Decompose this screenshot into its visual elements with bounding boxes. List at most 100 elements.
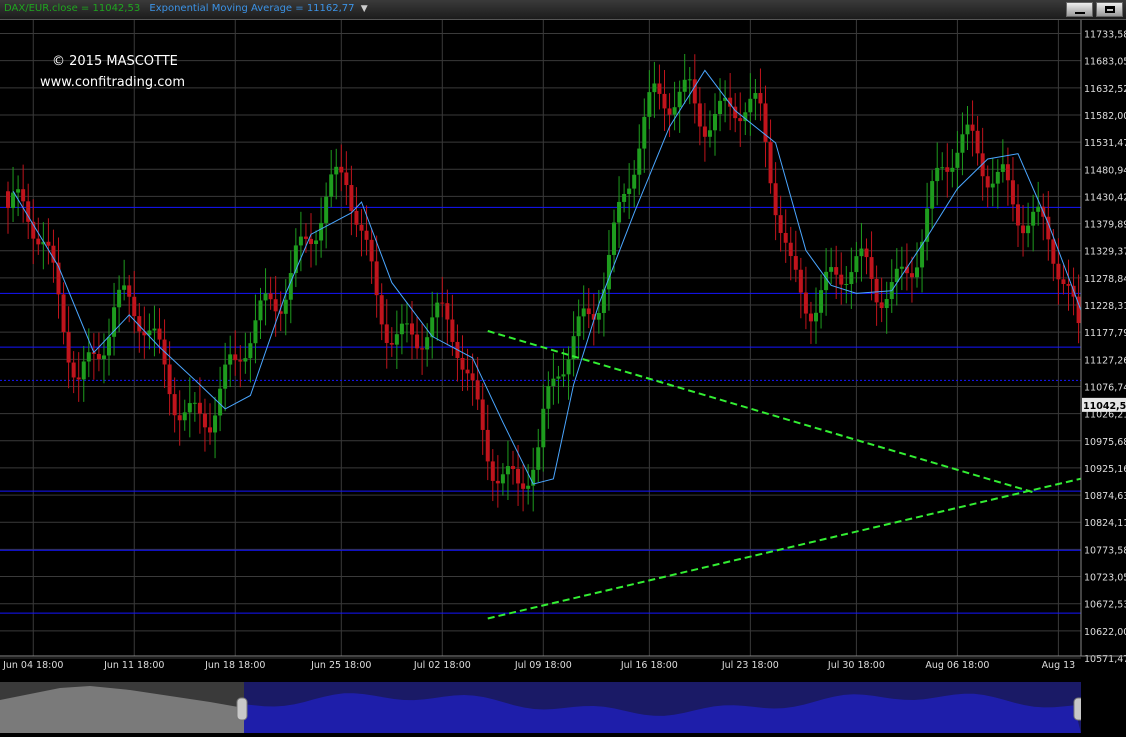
candle-body	[798, 269, 803, 293]
candle-body	[334, 166, 339, 175]
close-price-label: DAX/EUR.close = 11042,53	[4, 3, 141, 14]
price-tick-label: 11127,26	[1084, 355, 1126, 366]
candle-body	[258, 300, 263, 321]
candle-body	[642, 116, 647, 149]
candle-body	[425, 337, 430, 350]
price-chart[interactable]: 11733,58 11683,05 11632,52 11582,00 11531,47…	[0, 20, 1126, 682]
candle-body	[511, 466, 515, 469]
time-tick-label: Jul 16 18:00	[620, 660, 678, 671]
candle-body	[829, 267, 834, 272]
candle-body	[1056, 263, 1061, 280]
candle-body	[1031, 211, 1036, 226]
candle-body	[990, 183, 995, 188]
candle-body	[768, 141, 773, 184]
price-axis[interactable]: 11733,58 11683,05 11632,52 11582,00 11531,47…	[1080, 20, 1126, 682]
candle-body	[11, 192, 16, 208]
candle-body	[6, 191, 10, 208]
candle-body	[945, 167, 950, 172]
trendline[interactable]	[487, 473, 1100, 620]
candle-body	[718, 100, 723, 114]
price-tick-label: 11329,37	[1084, 247, 1126, 258]
price-tick-label: 11582,00	[1084, 111, 1126, 122]
candle-body	[551, 378, 556, 387]
candle-body	[182, 412, 187, 421]
maximize-button[interactable]	[1096, 2, 1123, 17]
candle-body	[480, 399, 485, 430]
range-navigator[interactable]	[0, 682, 1085, 733]
time-tick-label: Jul 23 18:00	[721, 660, 779, 671]
candle-body	[415, 334, 420, 349]
candle-body	[783, 232, 788, 243]
candle-body	[243, 358, 248, 362]
candle-body	[96, 353, 101, 359]
candle-body	[268, 293, 273, 300]
candle-body	[960, 134, 965, 153]
candle-body	[834, 267, 839, 275]
candle-body	[21, 189, 26, 202]
candle-body	[909, 273, 914, 278]
candle-body	[566, 359, 571, 375]
candle-body	[935, 167, 940, 182]
price-tick-label: 11177,79	[1084, 328, 1126, 339]
candle-body	[122, 285, 127, 290]
range-handle-right-icon[interactable]	[1073, 697, 1085, 721]
time-tick-label: Jul 02 18:00	[413, 660, 471, 671]
candle-body	[172, 394, 177, 416]
candle-body	[465, 369, 470, 374]
candle-body	[707, 130, 712, 137]
copyright-text: © 2015 MASCOTTE	[52, 54, 178, 69]
candle-body	[379, 295, 384, 325]
candle-body	[152, 328, 157, 331]
candle-body	[192, 402, 197, 404]
price-tick-label: 10925,16	[1084, 464, 1126, 475]
candle-body	[127, 285, 132, 297]
ema-label: Exponential Moving Average = 11162,77	[149, 3, 355, 14]
candle-body	[985, 176, 990, 188]
candle-body	[920, 241, 925, 268]
range-handle-left-icon[interactable]	[236, 697, 248, 721]
candle-body	[1000, 164, 1005, 172]
navigator-canvas[interactable]	[0, 682, 1085, 733]
candle-body	[692, 79, 697, 104]
price-tick-label: 10622,00	[1084, 627, 1126, 638]
candle-body	[778, 215, 783, 233]
candle-body	[228, 354, 233, 365]
price-tick-label: 10672,53	[1084, 600, 1126, 611]
candle-body	[364, 230, 369, 240]
candle-body	[107, 336, 111, 356]
candle-body	[753, 93, 758, 99]
candle-body	[526, 485, 531, 489]
price-tick-label: 11733,58	[1084, 30, 1126, 41]
candle-body	[940, 167, 945, 169]
candle-body	[758, 93, 763, 104]
candle-body	[404, 323, 409, 325]
candle-body	[713, 113, 717, 131]
candle-body	[662, 93, 667, 109]
candle-body	[399, 323, 404, 335]
candle-body	[788, 242, 793, 257]
minimize-button[interactable]	[1066, 2, 1093, 17]
price-tick-label: 11430,42	[1084, 192, 1126, 203]
candle-body	[202, 413, 207, 428]
chart-canvas[interactable]: 11733,58 11683,05 11632,52 11582,00 11531,47…	[0, 20, 1126, 682]
candle-body	[586, 308, 591, 315]
candle-body	[238, 360, 243, 362]
candle-body	[157, 328, 162, 340]
candle-body	[667, 108, 672, 115]
candle-body	[81, 361, 86, 380]
candle-body	[440, 302, 445, 304]
candle-body	[117, 289, 122, 308]
chevron-down-icon[interactable]: ▼	[361, 4, 368, 14]
candle-body	[546, 386, 551, 409]
time-tick-label: Jun 04 18:00	[2, 660, 63, 671]
candle-body	[177, 415, 182, 421]
time-tick-label: Jun 25 18:00	[310, 660, 371, 671]
price-tick-label: 11278,84	[1084, 274, 1126, 285]
candle-body	[677, 91, 682, 108]
time-tick-label: Aug 13	[1042, 660, 1076, 671]
candle-body	[354, 210, 359, 225]
candle-body	[450, 319, 455, 342]
candle-body	[874, 278, 879, 303]
minimize-icon	[1075, 12, 1085, 14]
candle-body	[1005, 164, 1010, 181]
